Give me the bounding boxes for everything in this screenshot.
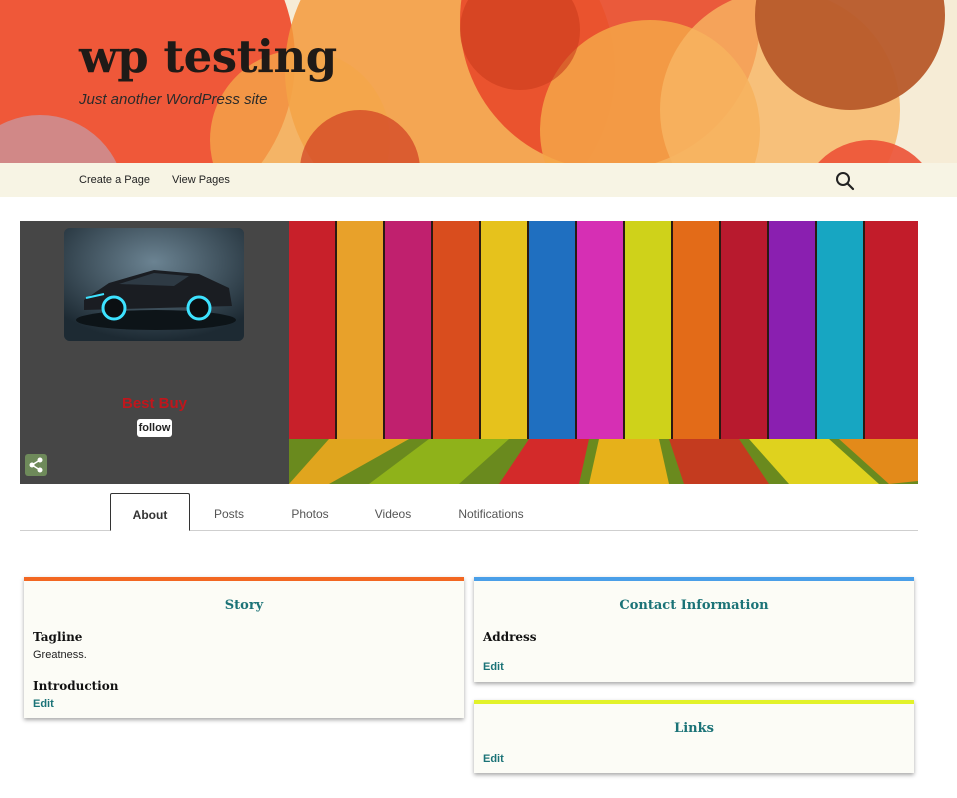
share-button[interactable] [25,454,47,476]
nav-item-view-pages[interactable]: View Pages [172,174,230,186]
avatar[interactable] [64,228,244,341]
tab-videos[interactable]: Videos [365,493,421,531]
tagline-label: Tagline [33,630,83,644]
tab-posts[interactable]: Posts [202,493,256,531]
page-name: Best Buy [121,395,188,412]
links-edit-link[interactable]: Edit [483,753,504,765]
story-edit-link[interactable]: Edit [33,698,54,710]
address-label: Address [483,630,537,644]
story-card: Story Tagline Greatness. Introduction Ed… [24,577,464,718]
profile-panel: Best Buy follow [20,221,289,484]
site-description: Just another WordPress site [79,91,268,108]
search-icon[interactable] [835,171,855,191]
main-navigation: Create a Page View Pages [0,163,957,197]
introduction-label: Introduction [33,679,119,693]
links-card: Links Edit [474,700,914,773]
contact-information-card: Contact Information Address Edit [474,577,914,682]
colorful-planks-image [289,221,918,484]
car-image [64,228,244,341]
tab-notifications[interactable]: Notifications [448,493,534,531]
share-icon [29,457,43,473]
tab-about[interactable]: About [110,493,190,531]
follow-button[interactable]: follow [137,419,172,437]
site-title[interactable]: wp testing [79,30,337,83]
nav-item-create-page[interactable]: Create a Page [79,174,150,186]
tab-photos[interactable]: Photos [280,493,340,531]
contact-edit-link[interactable]: Edit [483,661,504,673]
cover-photo [289,221,918,484]
contact-information-title: Contact Information [619,598,769,613]
site-header: wp testing Just another WordPress site [0,0,957,163]
story-title: Story [224,598,264,613]
tagline-value: Greatness. [33,649,87,661]
links-title: Links [674,721,714,736]
profile-tabs: About Posts Photos Videos Notifications [20,493,918,531]
page-cover: Best Buy follow [20,221,918,484]
